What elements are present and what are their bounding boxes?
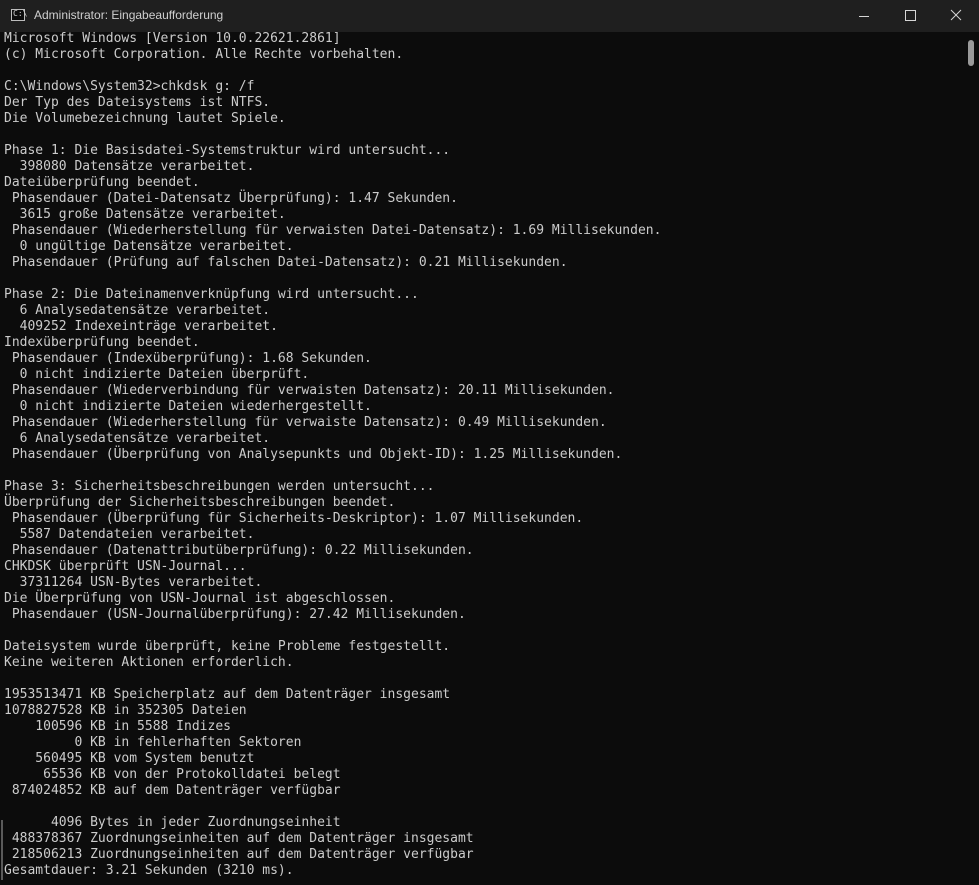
console-line: 1953513471 KB Speicherplatz auf dem Date… xyxy=(4,687,451,702)
console-line: 5587 Datendateien verarbeitet. xyxy=(4,527,255,542)
console-line: 874024852 KB auf dem Datenträger verfügb… xyxy=(4,783,341,798)
window-title: Administrator: Eingabeaufforderung xyxy=(34,8,224,22)
vertical-scrollbar-thumb[interactable] xyxy=(968,40,974,66)
console-line: Keine weiteren Aktionen erforderlich. xyxy=(4,655,294,670)
close-button[interactable] xyxy=(933,0,979,32)
console-line: Überprüfung der Sicherheitsbeschreibunge… xyxy=(4,495,396,510)
minimize-button[interactable] xyxy=(841,0,887,32)
console-line: 65536 KB von der Protokolldatei belegt xyxy=(4,767,341,782)
console-line: Phasendauer (Prüfung auf falschen Datei-… xyxy=(4,255,568,270)
text-cursor xyxy=(1,820,3,880)
console-line: Phase 2: Die Dateinamenverknüpfung wird … xyxy=(4,287,419,302)
console-line: 3615 große Datensätze verarbeitet. xyxy=(4,207,286,222)
console-line: 1078827528 KB in 352305 Dateien xyxy=(4,703,247,718)
console-line: Phasendauer (Wiederverbindung für verwai… xyxy=(4,383,615,398)
maximize-button[interactable] xyxy=(887,0,933,32)
console-line: CHKDSK überprüft USN-Journal... xyxy=(4,559,247,574)
terminal-window: C:\ Administrator: Eingabeaufforderung M… xyxy=(0,0,979,885)
console-line: 218506213 Zuordnungseinheiten auf dem Da… xyxy=(4,847,474,862)
console-line: Dateiüberprüfung beendet. xyxy=(4,175,200,190)
console-line: 0 KB in fehlerhaften Sektoren xyxy=(4,735,302,750)
console-line: 6 Analysedatensätze verarbeitet. xyxy=(4,303,271,318)
minimize-icon xyxy=(859,16,869,17)
maximize-icon xyxy=(905,10,916,21)
console-line: 560495 KB vom System benutzt xyxy=(4,751,255,766)
console-line: 0 ungültige Datensätze verarbeitet. xyxy=(4,239,294,254)
console-line: (c) Microsoft Corporation. Alle Rechte v… xyxy=(4,47,404,62)
console-line: 0 nicht indizierte Dateien überprüft. xyxy=(4,367,310,382)
console-line: Dateisystem wurde überprüft, keine Probl… xyxy=(4,639,451,654)
console-line: Phase 1: Die Basisdatei-Systemstruktur w… xyxy=(4,143,451,158)
console-line: 6 Analysedatensätze verarbeitet. xyxy=(4,431,271,446)
console-line: Phasendauer (USN-Journalüberprüfung): 27… xyxy=(4,607,466,622)
console-line: Phasendauer (Überprüfung von Analysepunk… xyxy=(4,447,623,462)
console-line: Phasendauer (Überprüfung für Sicherheits… xyxy=(4,511,584,526)
console-output[interactable]: Microsoft Windows [Version 10.0.22621.28… xyxy=(4,31,964,879)
console-line: 409252 Indexeinträge verarbeitet. xyxy=(4,319,278,334)
console-line: Die Volumebezeichnung lautet Spiele. xyxy=(4,111,286,126)
console-line: 488378367 Zuordnungseinheiten auf dem Da… xyxy=(4,831,474,846)
console-line: Indexüberprüfung beendet. xyxy=(4,335,200,350)
console-line: Phasendauer (Wiederherstellung für verwa… xyxy=(4,223,662,238)
console-line: Der Typ des Dateisystems ist NTFS. xyxy=(4,95,271,110)
console-line: Phasendauer (Indexüberprüfung): 1.68 Sek… xyxy=(4,351,372,366)
console-line: Phasendauer (Datenattributüberprüfung): … xyxy=(4,543,474,558)
console-line: Gesamtdauer: 3.21 Sekunden (3210 ms). xyxy=(4,863,294,878)
console-line: 398080 Datensätze verarbeitet. xyxy=(4,159,255,174)
console-line: 0 nicht indizierte Dateien wiederhergest… xyxy=(4,399,372,414)
console-line: Phasendauer (Wiederherstellung für verwa… xyxy=(4,415,607,430)
console-line: 4096 Bytes in jeder Zuordnungseinheit xyxy=(4,815,341,830)
close-icon xyxy=(950,9,962,21)
title-bar[interactable]: C:\ Administrator: Eingabeaufforderung xyxy=(0,0,979,32)
console-line: Phase 3: Sicherheitsbeschreibungen werde… xyxy=(4,479,435,494)
console-line: Microsoft Windows [Version 10.0.22621.28… xyxy=(4,31,341,46)
console-line: 100596 KB in 5588 Indizes xyxy=(4,719,231,734)
console-line: C:\Windows\System32>chkdsk g: /f xyxy=(4,79,255,94)
console-line: Die Überprüfung von USN-Journal ist abge… xyxy=(4,591,396,606)
console-line: 37311264 USN-Bytes verarbeitet. xyxy=(4,575,263,590)
console-line: Phasendauer (Datei-Datensatz Überprüfung… xyxy=(4,191,458,206)
cmd-icon[interactable]: C:\ xyxy=(11,9,27,21)
